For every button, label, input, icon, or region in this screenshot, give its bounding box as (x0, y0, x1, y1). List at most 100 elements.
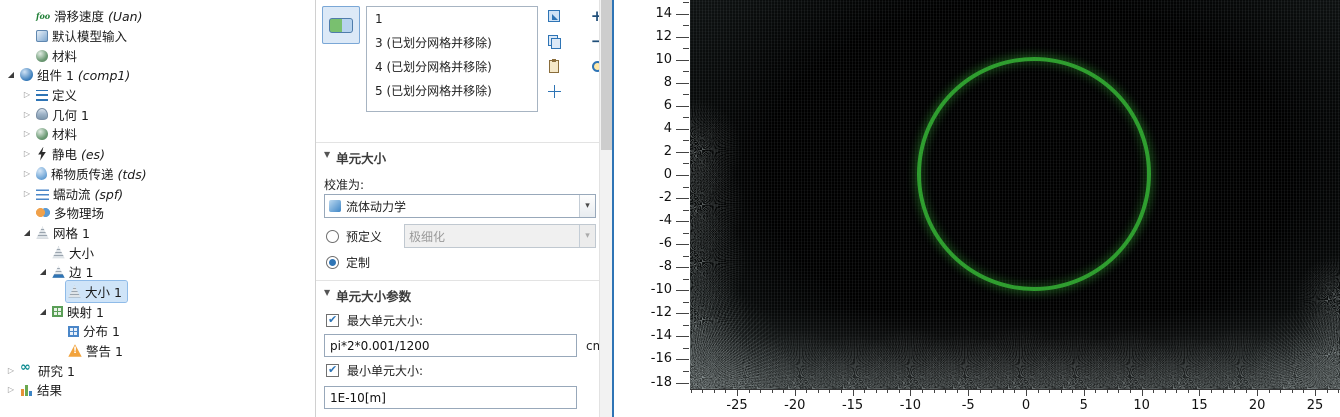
y-axis-tick (676, 359, 689, 360)
tree-item-label: 几何 1 (52, 105, 89, 124)
tree-item[interactable]: 多物理场 (0, 203, 315, 223)
selection-list-item[interactable]: 5 (已划分网格并移除) (367, 79, 537, 103)
tree-item[interactable]: 大小 (0, 242, 315, 262)
tree-item[interactable]: ▷ 几何 1 (0, 104, 315, 124)
predefined-radio-row[interactable]: 预定义 (326, 228, 382, 244)
collapsed-arrow-icon[interactable]: ▷ (20, 169, 34, 178)
tree-item[interactable]: 默认模型输入 (0, 26, 315, 46)
min-element-size-input[interactable] (324, 386, 577, 409)
x-axis-label: -10 (890, 398, 930, 413)
tree-item-inner: 大小 (50, 242, 99, 263)
tree-item[interactable]: ▷结果 (0, 380, 315, 400)
y-axis-tick (676, 290, 689, 291)
tree-item[interactable]: ◢组件 1 (comp1) (0, 65, 315, 85)
expanded-arrow-icon[interactable]: ◢ (4, 70, 18, 79)
collapsed-arrow-icon[interactable]: ▷ (4, 366, 18, 375)
active-selection-toggle-button[interactable] (322, 6, 360, 44)
tree-item[interactable]: ▷ 稀物质传递 (tds) (0, 164, 315, 184)
max-element-size-checkbox[interactable]: ✔ (326, 314, 339, 327)
tree-item-label: 网格 1 (53, 223, 90, 242)
tree-item[interactable]: 材料 (0, 45, 315, 65)
y-axis-minor-tick (683, 279, 689, 280)
collapsed-arrow-icon[interactable]: ▷ (20, 149, 34, 158)
tree-item[interactable]: 分布 1 (0, 321, 315, 341)
tree-item-inner: 警告 1 (66, 340, 128, 361)
mesh-icon (36, 226, 49, 239)
tree-item[interactable]: ◢映射 1 (0, 301, 315, 321)
collapsed-arrow-icon[interactable]: ▷ (20, 110, 34, 119)
mesh-plot[interactable] (690, 0, 1340, 389)
y-axis-minor-tick (683, 371, 689, 372)
y-axis-minor-tick (683, 140, 689, 141)
expanded-arrow-icon[interactable]: ◢ (20, 228, 34, 237)
x-axis-minor-tick (1003, 390, 1004, 393)
x-axis-tick (1199, 390, 1200, 396)
y-axis-minor-tick (683, 48, 689, 49)
tree-item[interactable]: ▷材料 (0, 124, 315, 144)
y-axis-minor-tick (683, 325, 689, 326)
tree-item-label: 稀物质传递 (tds) (51, 164, 147, 183)
x-axis-minor-tick (1072, 390, 1073, 393)
y-axis-label: -8 (630, 259, 672, 274)
x-axis-minor-tick (1269, 390, 1270, 393)
settings-scrollbar[interactable] (599, 0, 612, 417)
model-builder-panel: 滑移速度 (Uan)默认模型输入材料◢组件 1 (comp1)▷定义▷几何 1▷… (0, 0, 315, 417)
results-icon (20, 383, 33, 396)
tree-item[interactable]: ▷定义 (0, 85, 315, 105)
zoom-to-selection-button[interactable] (544, 81, 564, 101)
element-size-section-header[interactable]: ▼ 单元大小 (316, 142, 600, 166)
y-axis-tick (676, 129, 689, 130)
tree-item[interactable]: ▷研究 1 (0, 360, 315, 380)
definitions-icon (36, 90, 48, 101)
paste-selection-button[interactable] (544, 56, 564, 76)
collapsed-arrow-icon[interactable]: ▷ (20, 129, 34, 138)
x-axis-minor-tick (1246, 390, 1247, 393)
boundary-selection-list[interactable]: 13 (已划分网格并移除)4 (已划分网格并移除)5 (已划分网格并移除) (366, 6, 538, 112)
x-axis-tick (1026, 390, 1027, 396)
expanded-arrow-icon[interactable]: ◢ (36, 307, 50, 316)
selection-toggle-icon (329, 18, 353, 33)
tree-item[interactable]: 警告 1 (0, 341, 315, 361)
min-element-size-checkbox[interactable]: ✔ (326, 364, 339, 377)
custom-radio[interactable] (326, 256, 339, 269)
tree-item[interactable]: ▷蠕动流 (spf) (0, 183, 315, 203)
tree-item[interactable]: 大小 1 (0, 282, 315, 302)
tree-item[interactable]: ◢ 网格 1 (0, 223, 315, 243)
collapsed-arrow-icon[interactable]: ▷ (4, 385, 18, 394)
mapped-icon (52, 306, 63, 317)
x-axis-tick (968, 390, 969, 396)
selection-list-item[interactable]: 4 (已划分网格并移除) (367, 55, 537, 79)
check-icon: ✔ (328, 363, 337, 376)
creeping-flow-icon (36, 189, 49, 200)
y-axis-tick (676, 198, 689, 199)
x-axis-label: -5 (948, 398, 988, 413)
selection-cursor-button[interactable] (544, 6, 564, 26)
panel-splitter[interactable] (612, 0, 614, 417)
y-axis-minor-tick (683, 117, 689, 118)
copy-selection-button[interactable] (544, 31, 564, 51)
predefined-radio[interactable] (326, 230, 339, 243)
tree-item-label: 大小 1 (85, 282, 122, 301)
dropdown-arrow-icon[interactable]: ▾ (579, 195, 595, 217)
y-axis-label: -12 (630, 305, 672, 320)
expanded-arrow-icon[interactable]: ◢ (36, 267, 50, 276)
tree-item[interactable]: 滑移速度 (Uan) (0, 6, 315, 26)
calibrate-for-select[interactable]: 流体动力学 ▾ (324, 194, 596, 218)
max-element-size-input[interactable] (324, 334, 577, 357)
element-size-params-title: 单元大小参数 (336, 286, 411, 305)
custom-radio-row[interactable]: 定制 (326, 254, 370, 270)
element-size-params-section-header[interactable]: ▼ 单元大小参数 (316, 280, 600, 304)
scrollbar-thumb[interactable] (601, 0, 612, 150)
selection-list-item[interactable]: 1 (367, 7, 537, 31)
selection-list-item[interactable]: 3 (已划分网格并移除) (367, 31, 537, 55)
x-axis-minor-tick (749, 390, 750, 393)
collapsed-arrow-icon[interactable]: ▷ (20, 90, 34, 99)
x-axis-label: -25 (717, 398, 757, 413)
collapsed-arrow-icon[interactable]: ▷ (20, 189, 34, 198)
x-axis-minor-tick (1280, 390, 1281, 393)
warning-icon (68, 344, 82, 357)
tree-item-inner: 多物理场 (34, 202, 109, 223)
tree-item[interactable]: ◢边 1 (0, 262, 315, 282)
x-axis-minor-tick (1188, 390, 1189, 393)
tree-item[interactable]: ▷静电 (es) (0, 144, 315, 164)
